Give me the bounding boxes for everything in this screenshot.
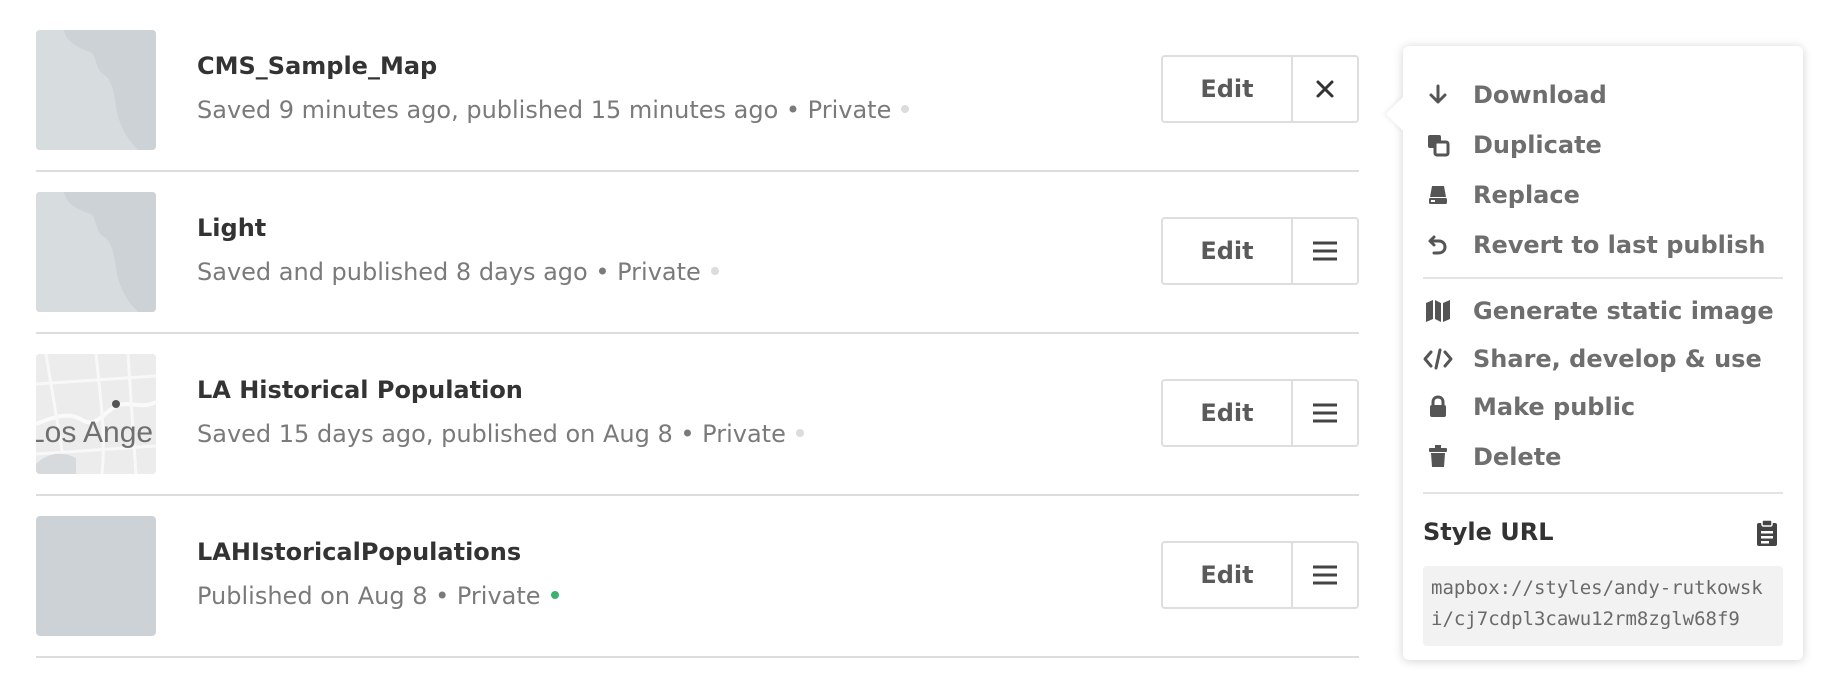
style-thumbnail[interactable] xyxy=(36,516,156,636)
style-actions: Edit xyxy=(1161,55,1359,123)
menu-item-share-develop-use[interactable]: Share, develop & use xyxy=(1423,339,1762,379)
menu-item-label: Share, develop & use xyxy=(1473,345,1762,373)
menu-item-label: Revert to last publish xyxy=(1473,231,1766,259)
style-meta: Published on Aug 8 • Private xyxy=(197,582,559,610)
style-title[interactable]: LAHIstoricalPopulations xyxy=(197,538,521,566)
close-icon xyxy=(1316,80,1334,98)
unpublished-changes-dot xyxy=(795,429,804,437)
menu-item-label: Make public xyxy=(1473,393,1636,421)
thumbnail-city-label: Los Ange xyxy=(36,416,153,449)
menu-divider xyxy=(1423,492,1783,494)
menu-item-label: Replace xyxy=(1473,181,1580,209)
menu-item-generate-static-image[interactable]: Generate static image xyxy=(1423,291,1774,331)
menu-item-revert[interactable]: Revert to last publish xyxy=(1423,225,1765,265)
style-menu-button[interactable] xyxy=(1293,219,1357,283)
clipboard-icon xyxy=(1757,519,1777,546)
edit-button[interactable]: Edit xyxy=(1163,219,1293,283)
style-row: Light Saved and published 8 days ago • P… xyxy=(36,172,1359,334)
menu-divider xyxy=(1423,277,1783,279)
close-menu-button[interactable] xyxy=(1293,57,1357,121)
edit-button[interactable]: Edit xyxy=(1163,543,1293,607)
style-title[interactable]: CMS_Sample_Map xyxy=(197,52,437,80)
style-title[interactable]: Light xyxy=(197,214,266,242)
menu-item-replace[interactable]: Replace xyxy=(1423,175,1580,215)
style-meta: Saved and published 8 days ago • Private xyxy=(197,258,719,286)
style-list: CMS_Sample_Map Saved 9 minutes ago, publ… xyxy=(36,0,1359,658)
copy-style-url-button[interactable] xyxy=(1751,516,1783,550)
style-actions: Edit xyxy=(1161,217,1359,285)
menu-icon xyxy=(1313,403,1337,423)
download-icon xyxy=(1423,80,1453,110)
menu-item-make-public[interactable]: Make public xyxy=(1423,387,1635,427)
edit-button[interactable]: Edit xyxy=(1163,57,1293,121)
menu-item-download[interactable]: Download xyxy=(1423,75,1607,115)
menu-item-label: Generate static image xyxy=(1473,297,1774,325)
style-meta: Saved 9 minutes ago, published 15 minute… xyxy=(197,96,910,124)
lock-icon xyxy=(1423,392,1453,422)
style-row: Los Ange LA Historical Population Saved … xyxy=(36,334,1359,496)
dropdown-caret xyxy=(1386,97,1420,131)
style-title[interactable]: LA Historical Population xyxy=(197,376,523,404)
revert-icon xyxy=(1423,230,1453,260)
menu-item-label: Download xyxy=(1473,81,1607,109)
style-options-dropdown: Download Duplicate Replace Revert to las… xyxy=(1386,46,1803,660)
menu-item-label: Delete xyxy=(1473,443,1562,471)
trash-icon xyxy=(1423,442,1453,472)
style-meta-text: Saved 15 days ago, published on Aug 8 • … xyxy=(197,420,786,448)
style-actions: Edit xyxy=(1161,379,1359,447)
published-dot xyxy=(550,591,559,599)
style-meta-text: Published on Aug 8 • Private xyxy=(197,582,541,610)
menu-icon xyxy=(1313,565,1337,585)
edit-button[interactable]: Edit xyxy=(1163,381,1293,445)
style-thumbnail[interactable] xyxy=(36,30,156,150)
style-meta-text: Saved and published 8 days ago • Private xyxy=(197,258,701,286)
style-row: LAHIstoricalPopulations Published on Aug… xyxy=(36,496,1359,658)
unpublished-changes-dot xyxy=(710,267,719,275)
duplicate-icon xyxy=(1423,130,1453,160)
menu-item-delete[interactable]: Delete xyxy=(1423,437,1561,477)
style-menu-button[interactable] xyxy=(1293,543,1357,607)
menu-icon xyxy=(1313,241,1337,261)
menu-item-duplicate[interactable]: Duplicate xyxy=(1423,125,1602,165)
style-menu-button[interactable] xyxy=(1293,381,1357,445)
menu-item-label: Duplicate xyxy=(1473,131,1602,159)
style-thumbnail[interactable] xyxy=(36,192,156,312)
style-meta: Saved 15 days ago, published on Aug 8 • … xyxy=(197,420,804,448)
style-url-label: Style URL xyxy=(1423,518,1554,546)
style-meta-text: Saved 9 minutes ago, published 15 minute… xyxy=(197,96,892,124)
style-url-field[interactable]: mapbox://styles/andy-rutkowski/cj7cdpl3c… xyxy=(1423,566,1783,646)
replace-icon xyxy=(1423,180,1453,210)
style-actions: Edit xyxy=(1161,541,1359,609)
style-thumbnail[interactable]: Los Ange xyxy=(36,354,156,474)
code-icon xyxy=(1423,344,1453,374)
unpublished-changes-dot xyxy=(901,105,910,113)
static-map-icon xyxy=(1423,296,1453,326)
style-row: CMS_Sample_Map Saved 9 minutes ago, publ… xyxy=(36,0,1359,172)
